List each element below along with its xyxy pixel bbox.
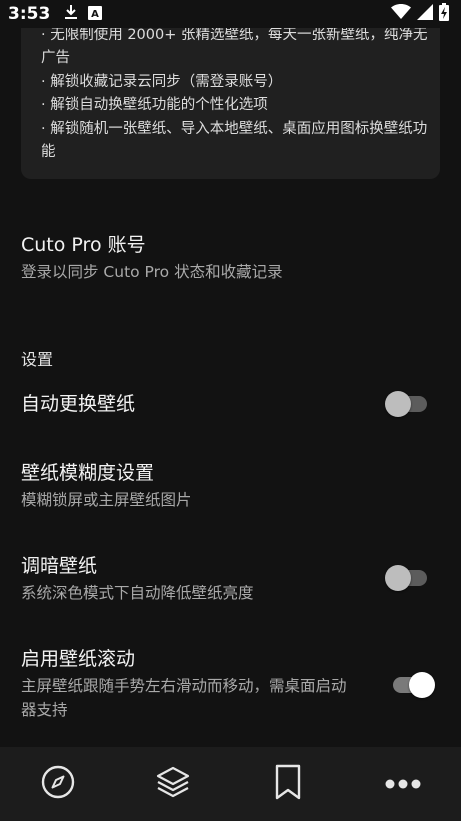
layers-icon bbox=[155, 765, 191, 803]
status-time: 3:53 bbox=[8, 4, 51, 24]
feature-line: · 解锁随机一张壁纸、导入本地壁纸、桌面应用图标换壁纸功能 bbox=[41, 120, 428, 161]
auto-change-title: 自动更换壁纸 bbox=[21, 393, 136, 415]
cellular-signal-icon bbox=[417, 4, 433, 24]
wallpaper-scroll-toggle[interactable] bbox=[393, 672, 435, 698]
nav-explore[interactable] bbox=[28, 754, 88, 814]
feature-line: · 解锁收藏记录云同步（需登录账号） bbox=[41, 73, 283, 90]
account-row[interactable]: Cuto Pro 账号 登录以同步 Cuto Pro 状态和收藏记录 bbox=[21, 232, 440, 284]
compass-icon bbox=[41, 765, 75, 803]
settings-section-header: 设置 bbox=[21, 350, 54, 369]
battery-charging-icon bbox=[439, 3, 449, 25]
keyboard-a-icon: A bbox=[88, 5, 103, 24]
status-bar: 3:53 A bbox=[0, 0, 461, 28]
premium-features-list: · 无限制使用 2000+ 张精选壁纸，每天一张新壁纸，纯净无广告 · 解锁收藏… bbox=[41, 24, 431, 164]
blur-title: 壁纸模糊度设置 bbox=[21, 462, 155, 484]
nav-more[interactable] bbox=[373, 754, 433, 814]
account-title: Cuto Pro 账号 bbox=[21, 234, 146, 256]
toggle-knob bbox=[385, 565, 411, 591]
blur-subtitle: 模糊锁屏或主屏壁纸图片 bbox=[21, 491, 192, 509]
dim-wallpaper-toggle[interactable] bbox=[385, 565, 427, 591]
feature-line: · 无限制使用 2000+ 张精选壁纸，每天一张新壁纸，纯净无广告 bbox=[41, 27, 428, 67]
scroll-subtitle: 主屏壁纸跟随手势左右滑动而移动，需桌面启动器支持 bbox=[21, 677, 347, 719]
wallpaper-scroll-row[interactable]: 启用壁纸滚动 主屏壁纸跟随手势左右滑动而移动，需桌面启动器支持 bbox=[21, 646, 351, 722]
nav-bookmarks[interactable] bbox=[258, 754, 318, 814]
dim-wallpaper-row[interactable]: 调暗壁纸 系统深色模式下自动降低壁纸亮度 bbox=[21, 553, 351, 605]
dim-title: 调暗壁纸 bbox=[21, 555, 98, 577]
auto-change-wallpaper-row[interactable]: 自动更换壁纸 bbox=[21, 391, 440, 417]
download-icon bbox=[64, 4, 78, 24]
svg-text:A: A bbox=[91, 9, 99, 20]
dim-subtitle: 系统深色模式下自动降低壁纸亮度 bbox=[21, 584, 254, 602]
toggle-knob bbox=[409, 672, 435, 698]
nav-collections[interactable] bbox=[143, 754, 203, 814]
wifi-icon bbox=[391, 4, 411, 24]
bottom-navigation bbox=[0, 747, 461, 821]
blur-settings-row[interactable]: 壁纸模糊度设置 模糊锁屏或主屏壁纸图片 bbox=[21, 460, 440, 512]
scroll-title: 启用壁纸滚动 bbox=[21, 648, 136, 670]
more-horizontal-icon bbox=[385, 775, 421, 794]
account-subtitle: 登录以同步 Cuto Pro 状态和收藏记录 bbox=[21, 263, 283, 281]
toggle-knob bbox=[385, 391, 411, 417]
auto-change-toggle[interactable] bbox=[385, 391, 427, 417]
settings-screen: · 无限制使用 2000+ 张精选壁纸，每天一张新壁纸，纯净无广告 · 解锁收藏… bbox=[0, 0, 461, 821]
bookmark-icon bbox=[274, 764, 302, 804]
feature-line: · 解锁自动换壁纸功能的个性化选项 bbox=[41, 97, 268, 114]
